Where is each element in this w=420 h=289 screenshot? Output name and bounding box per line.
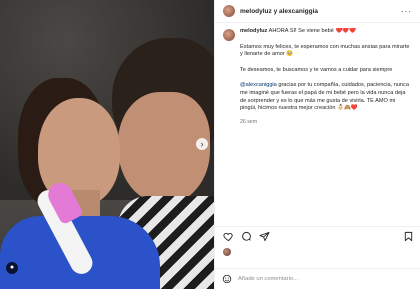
comment-icon[interactable] [240,231,252,243]
caption-paragraph-2: Te deseamos, te buscamos y te vamos a cu… [240,66,393,73]
avatar[interactable] [223,5,235,17]
comment-bar [215,268,420,289]
photo-man-face [118,92,210,204]
post-authors[interactable]: melodyluz y alexcaniggia [240,8,318,15]
caption-paragraph-1: Estamos muy felices, te esperamos con mu… [240,43,410,58]
caption-username[interactable]: melodyluz [240,28,267,34]
post-photo[interactable]: › ● [0,0,214,289]
share-icon[interactable] [258,231,270,243]
caption-timestamp[interactable]: 26 sem [240,119,413,127]
post-sidebar: melodyluz y alexcaniggia ··· melodyluz A… [214,0,420,289]
bookmark-icon[interactable] [402,231,414,243]
caption-paragraph-3: @alexcaniggia gracias por tu compañía, c… [240,82,413,112]
caption-body: melodyluz AHORA SI! Se viene bebé ❤️❤️❤️… [240,28,413,126]
comment-input[interactable] [238,276,388,282]
mention-link[interactable]: @alexcaniggia [240,82,277,88]
next-photo-arrow-icon[interactable]: › [196,138,208,150]
user-tag-icon[interactable]: ● [6,262,18,274]
heart-icon[interactable] [222,231,234,243]
instagram-post: › ● melodyluz y alexcaniggia ··· melodyl… [0,0,420,289]
more-dots-icon[interactable]: ··· [401,7,412,16]
caption-headline: AHORA SI! Se viene bebé ❤️❤️❤️ [268,28,357,34]
avatar[interactable] [223,29,235,41]
post-header: melodyluz y alexcaniggia ··· [215,0,420,23]
likes-row[interactable] [223,248,231,256]
emoji-icon[interactable] [222,274,232,284]
avatar[interactable] [223,248,231,256]
action-bar [215,226,420,246]
caption-row: melodyluz AHORA SI! Se viene bebé ❤️❤️❤️… [223,28,413,126]
caption-section: melodyluz AHORA SI! Se viene bebé ❤️❤️❤️… [215,28,420,226]
